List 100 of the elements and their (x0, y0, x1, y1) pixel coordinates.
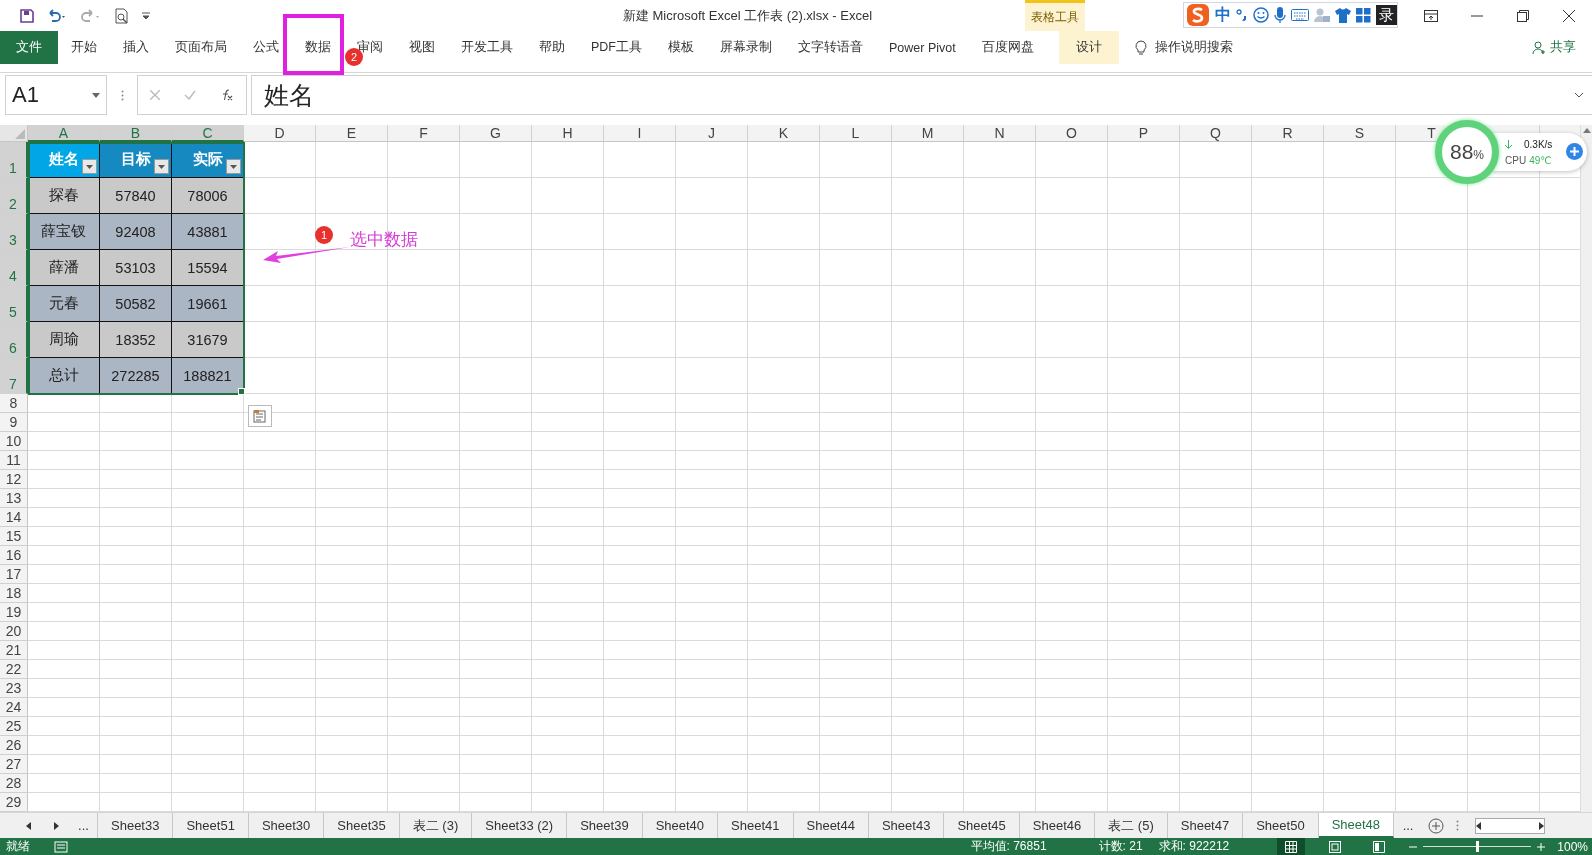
row-header[interactable]: 11 (0, 451, 28, 470)
column-header[interactable]: G (460, 125, 532, 142)
row-header[interactable]: 25 (0, 717, 28, 736)
row-header[interactable]: 21 (0, 641, 28, 660)
row-header[interactable]: 24 (0, 698, 28, 717)
name-box[interactable]: A1 (5, 75, 107, 115)
column-header[interactable]: B (100, 125, 172, 142)
dropdown-caret-icon[interactable] (92, 92, 100, 98)
ribbon-tab[interactable]: 数据 (292, 31, 344, 64)
restore-icon[interactable] (1517, 9, 1529, 22)
vertical-scrollbar[interactable] (1580, 125, 1592, 812)
column-header[interactable]: J (676, 125, 748, 142)
ribbon-tab[interactable]: 公式 (240, 31, 292, 64)
clipboard-icon[interactable] (253, 409, 267, 423)
row-header[interactable]: 2 (0, 178, 28, 214)
page-layout-icon[interactable] (1329, 840, 1342, 853)
zoom-out-icon[interactable] (1409, 845, 1418, 848)
splitter-icon[interactable] (1456, 820, 1460, 831)
view-button[interactable] (1277, 838, 1306, 855)
row-header[interactable]: 18 (0, 584, 28, 603)
paste-options-button[interactable] (248, 405, 272, 427)
row-header[interactable]: 1 (0, 142, 28, 178)
punctuation-icon[interactable] (1236, 9, 1248, 21)
column-header[interactable]: N (964, 125, 1036, 142)
page-break-icon[interactable] (1373, 840, 1386, 853)
ribbon-tab[interactable]: Power Pivot (876, 31, 969, 64)
ribbon-tab[interactable]: 开始 (58, 31, 110, 64)
dropdown-arrow-icon[interactable] (158, 164, 165, 169)
grid-view-icon[interactable] (1285, 840, 1298, 853)
undo-icon[interactable] (46, 8, 68, 23)
ribbon-display-icon[interactable] (1424, 9, 1438, 22)
row-header[interactable]: 4 (0, 250, 28, 286)
grid-icon[interactable] (1356, 7, 1371, 23)
scroll-up-arrow-icon[interactable] (1582, 127, 1591, 133)
filter-dropdown-button[interactable] (226, 159, 241, 174)
ribbon-tab[interactable]: 文字转语音 (785, 31, 876, 64)
ribbon-tab[interactable]: PDF工具 (578, 31, 655, 64)
ribbon-tab[interactable]: 帮助 (526, 31, 578, 64)
column-header[interactable]: M (892, 125, 964, 142)
column-header[interactable]: O (1036, 125, 1108, 142)
row-header[interactable]: 29 (0, 793, 28, 812)
row-header[interactable]: 6 (0, 322, 28, 358)
ime-logo-icon[interactable] (1186, 3, 1210, 27)
ribbon-tab[interactable]: 视图 (396, 31, 448, 64)
row-header[interactable]: 20 (0, 622, 28, 641)
tell-me-search[interactable]: 操作说明搜索 (1128, 31, 1239, 64)
keyboard-icon[interactable] (1291, 9, 1309, 21)
more-sheets-button[interactable]: ... (1394, 813, 1423, 838)
shirt-icon[interactable] (1335, 7, 1351, 23)
row-header[interactable]: 23 (0, 679, 28, 698)
row-header[interactable]: 10 (0, 432, 28, 451)
row-header[interactable]: 12 (0, 470, 28, 489)
row-header[interactable]: 26 (0, 736, 28, 755)
table-header-cell[interactable]: 实际 (172, 142, 244, 178)
horizontal-scrollbar[interactable] (1475, 818, 1546, 834)
row-header[interactable]: 15 (0, 527, 28, 546)
minimize-icon[interactable] (1471, 14, 1483, 17)
left-arrow-icon[interactable] (1476, 822, 1483, 830)
column-header[interactable]: R (1252, 125, 1324, 142)
column-header[interactable]: C (172, 125, 244, 142)
formula-field[interactable]: 姓名 (251, 75, 1592, 115)
sheet-tab[interactable]: Sheet48 (1318, 813, 1395, 838)
share-button[interactable]: 共享 (1526, 31, 1592, 64)
function-icon[interactable] (220, 89, 234, 101)
smiley-icon[interactable] (1253, 7, 1269, 23)
customize-caret-icon[interactable] (142, 10, 150, 21)
add-button[interactable] (1566, 143, 1583, 160)
zoom-level[interactable]: 100% (1557, 839, 1588, 854)
plus-icon[interactable] (1570, 147, 1579, 156)
plus-circle-icon[interactable] (1428, 817, 1445, 834)
row-header[interactable]: 8 (0, 394, 28, 413)
row-header[interactable]: 9 (0, 413, 28, 432)
save-icon[interactable] (20, 8, 34, 23)
right-arrow-icon[interactable] (53, 821, 59, 830)
column-header[interactable]: P (1108, 125, 1180, 142)
close-icon[interactable] (1563, 9, 1575, 22)
row-header[interactable]: 17 (0, 565, 28, 584)
row-header[interactable]: 19 (0, 603, 28, 622)
column-header[interactable]: F (388, 125, 460, 142)
row-header[interactable]: 13 (0, 489, 28, 508)
ribbon-tab[interactable]: 页面布局 (162, 31, 240, 64)
row-header[interactable]: 28 (0, 774, 28, 793)
ribbon-tab[interactable]: 插入 (110, 31, 162, 64)
column-header[interactable]: E (316, 125, 388, 142)
column-header[interactable]: K (748, 125, 820, 142)
column-header[interactable]: H (532, 125, 604, 142)
left-arrow-icon[interactable] (25, 821, 31, 830)
print-preview-icon[interactable] (114, 7, 130, 24)
column-header[interactable]: D (244, 125, 316, 142)
row-header[interactable]: 3 (0, 214, 28, 250)
ribbon-tab[interactable]: 文件 (0, 31, 58, 64)
row-header[interactable]: 14 (0, 508, 28, 527)
row-header[interactable]: 22 (0, 660, 28, 679)
macro-record-icon[interactable] (54, 840, 68, 853)
ribbon-tab[interactable]: 屏幕录制 (707, 31, 785, 64)
dropdown-arrow-icon[interactable] (86, 164, 93, 169)
table-header-cell[interactable]: 目标 (100, 142, 172, 178)
zoom-in-icon[interactable] (1537, 842, 1546, 851)
row-header[interactable]: 27 (0, 755, 28, 774)
row-header[interactable]: 5 (0, 286, 28, 322)
